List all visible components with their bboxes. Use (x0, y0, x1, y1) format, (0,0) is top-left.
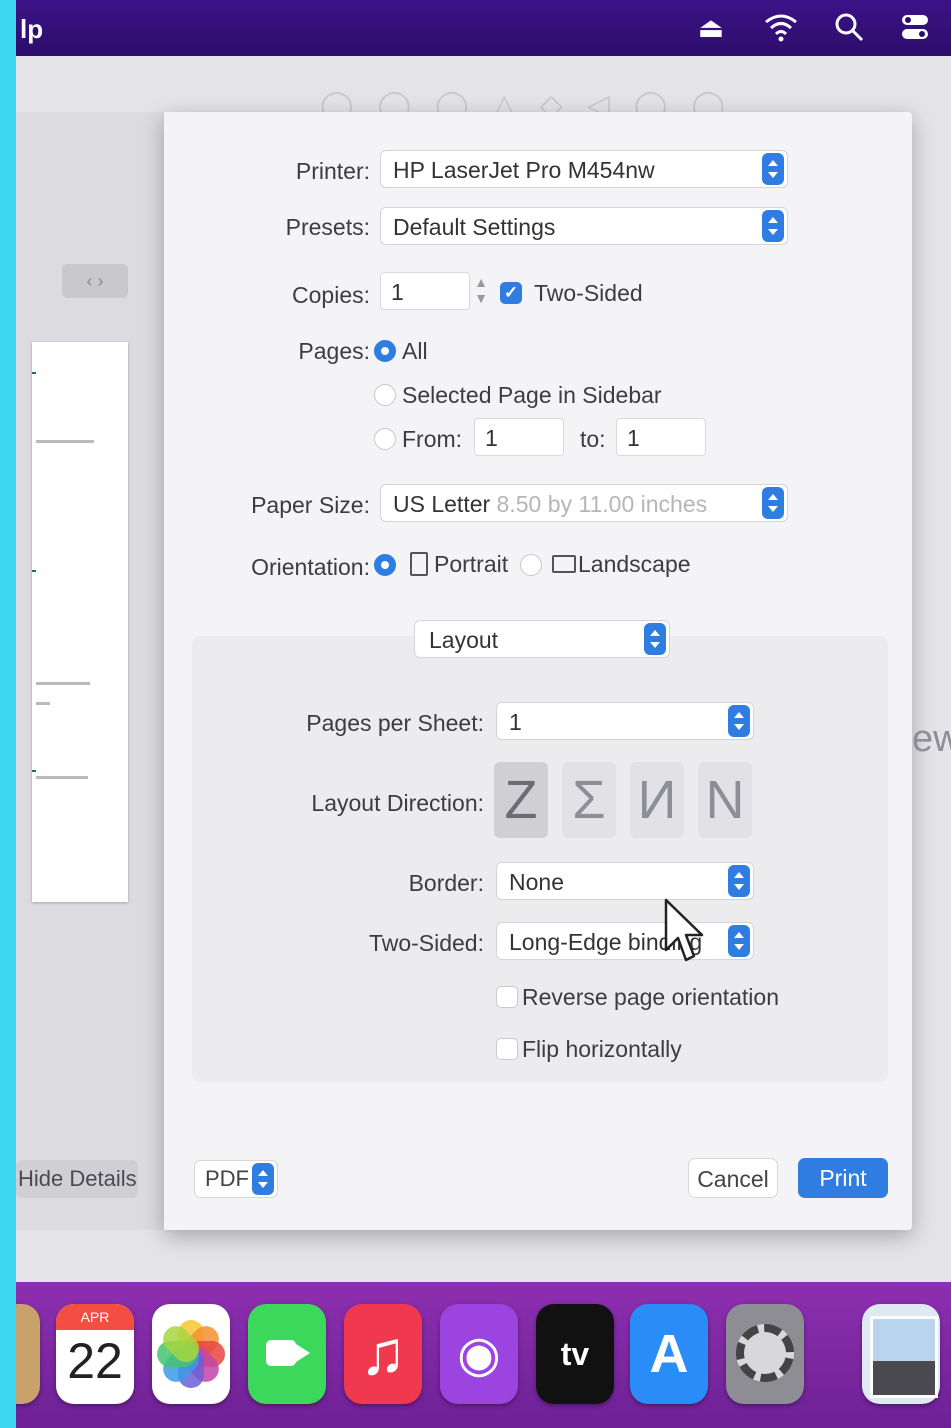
presets-popup[interactable]: Default Settings (380, 207, 788, 245)
podcasts-icon[interactable]: ◉ (440, 1304, 518, 1404)
section-popup-arrows-icon[interactable] (644, 623, 666, 655)
layout-direction-reverse-z[interactable]: Σ (562, 762, 616, 838)
left-edge-strip (0, 0, 16, 1428)
page-counter: ‹ › (62, 264, 128, 298)
paper-size-label: Paper Size: (251, 492, 370, 518)
app-store-icon[interactable]: A (630, 1304, 708, 1404)
section-popup[interactable]: Layout (414, 620, 670, 658)
preview-sidebar: ‹ › (16, 112, 164, 1230)
menu-bar: lp ⏏ (0, 0, 951, 56)
copies-field[interactable]: 1 (380, 272, 470, 310)
presets-popup-arrows-icon[interactable] (762, 210, 784, 242)
portrait-icon (410, 552, 428, 576)
calendar-icon[interactable]: APR 22 (56, 1304, 134, 1404)
app-menu[interactable]: lp (20, 14, 43, 45)
mouse-cursor-icon (664, 898, 704, 962)
orientation-portrait-radio[interactable] (374, 554, 396, 576)
pages-from-label: From: (402, 426, 463, 452)
pages-selected-label: Selected Page in Sidebar (402, 382, 662, 408)
pages-per-sheet-value: 1 (509, 709, 522, 735)
orientation-landscape-radio[interactable] (520, 554, 542, 576)
landscape-icon (552, 555, 576, 573)
photos-icon[interactable] (152, 1304, 230, 1404)
control-center-icon[interactable] (898, 12, 932, 44)
presets-label: Presets: (285, 214, 370, 240)
section-value: Layout (429, 627, 499, 653)
printer-popup[interactable]: HP LaserJet Pro M454nw (380, 150, 788, 188)
pages-to-label: to: (580, 426, 606, 452)
copies-stepper-icon[interactable]: ▲ ▼ (474, 274, 488, 308)
paper-size-popup-arrows-icon[interactable] (762, 487, 784, 519)
dock: APR 22 ♫ ◉ tv A (0, 1282, 951, 1428)
music-icon[interactable]: ♫ (344, 1304, 422, 1404)
reverse-orientation-label: Reverse page orientation (522, 984, 779, 1010)
cancel-button[interactable]: Cancel (688, 1158, 778, 1198)
layout-direction-z[interactable]: Z (494, 762, 548, 838)
orientation-label: Orientation: (251, 554, 370, 580)
pages-all-radio[interactable] (374, 340, 396, 362)
hide-details-button[interactable]: Hide Details (16, 1160, 138, 1198)
layout-direction-reverse-n[interactable]: И (630, 762, 684, 838)
orientation-portrait-label: Portrait (434, 551, 509, 577)
reverse-orientation-checkbox[interactable] (496, 986, 518, 1008)
eject-icon[interactable]: ⏏ (694, 12, 728, 44)
pdf-label: PDF (205, 1166, 249, 1191)
printer-value: HP LaserJet Pro M454nw (393, 157, 655, 183)
layout-direction-label: Layout Direction: (311, 790, 484, 816)
print-button[interactable]: Print (798, 1158, 888, 1198)
calendar-day: 22 (67, 1333, 123, 1389)
flip-horizontally-label: Flip horizontally (522, 1036, 682, 1062)
background-text-fragment: ew (912, 718, 951, 760)
tv-label: tv (560, 1336, 590, 1372)
paper-size-popup[interactable]: US Letter 8.50 by 11.00 inches (380, 484, 788, 522)
copies-label: Copies: (292, 282, 370, 308)
orientation-landscape-label: Landscape (578, 551, 691, 577)
spotlight-search-icon[interactable] (832, 12, 866, 44)
calendar-month: APR (56, 1304, 134, 1330)
paper-size-detail: 8.50 by 11.00 inches (496, 491, 708, 517)
layout-direction-n[interactable]: N (698, 762, 752, 838)
preview-app-icon[interactable] (862, 1304, 940, 1404)
border-popup[interactable]: None (496, 862, 754, 900)
pages-all-label: All (402, 338, 428, 364)
pages-per-sheet-popup[interactable]: 1 (496, 702, 754, 740)
two-sided-checkbox[interactable]: ✓ (500, 282, 522, 304)
pages-from-radio[interactable] (374, 428, 396, 450)
pages-per-sheet-arrows-icon[interactable] (728, 705, 750, 737)
printer-popup-arrows-icon[interactable] (762, 153, 784, 185)
paper-size-value: US Letter (393, 491, 491, 517)
pages-selected-radio[interactable] (374, 384, 396, 406)
presets-value: Default Settings (393, 214, 556, 240)
two-sided-popup-arrows-icon[interactable] (728, 925, 750, 957)
wifi-icon[interactable] (764, 12, 798, 44)
pages-from-field[interactable]: 1 (474, 418, 564, 456)
page-preview-thumbnail[interactable] (32, 342, 128, 902)
printer-label: Printer: (295, 158, 370, 184)
facetime-icon[interactable] (248, 1304, 326, 1404)
system-settings-icon[interactable] (726, 1304, 804, 1404)
pages-per-sheet-label: Pages per Sheet: (306, 710, 484, 736)
pdf-menu-arrows-icon[interactable] (252, 1163, 274, 1195)
border-label: Border: (408, 870, 484, 896)
apple-tv-icon[interactable]: tv (536, 1304, 614, 1404)
two-sided-popup[interactable]: Long-Edge binding (496, 922, 754, 960)
border-popup-arrows-icon[interactable] (728, 865, 750, 897)
flip-horizontally-checkbox[interactable] (496, 1038, 518, 1060)
two-sided-label: Two-Sided: (368, 930, 484, 956)
two-sided-check-label: Two-Sided (534, 280, 643, 306)
pages-label: Pages: (298, 338, 370, 364)
border-value: None (509, 869, 564, 895)
pages-to-field[interactable]: 1 (616, 418, 706, 456)
